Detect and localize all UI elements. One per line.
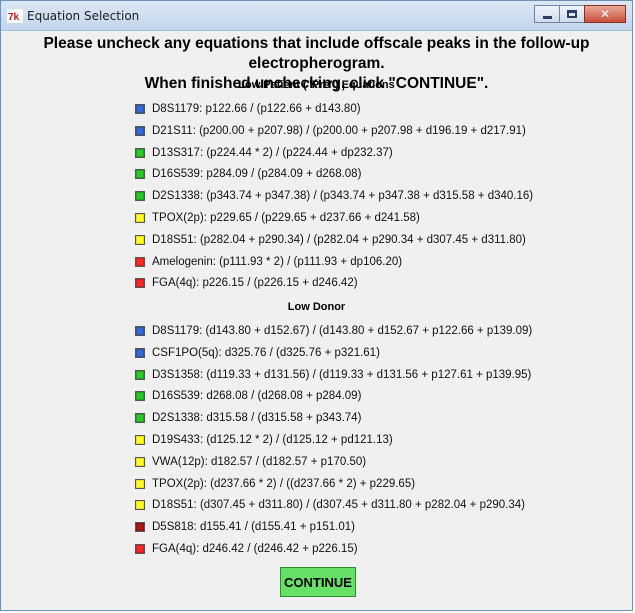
equation-row[interactable]: TPOX(2p): p229.65 / (p229.65 + d237.66 +… bbox=[135, 209, 420, 227]
equation-row[interactable]: D13S317: (p224.44 * 2) / (p224.44 + dp23… bbox=[135, 144, 393, 162]
equation-row[interactable]: D2S1338: (p343.74 + p347.38) / (p343.74 … bbox=[135, 187, 533, 205]
equation-checkbox[interactable] bbox=[135, 169, 145, 180]
equation-checkbox[interactable] bbox=[135, 522, 145, 533]
section-header: Low Donor bbox=[287, 301, 346, 313]
equation-label: Amelogenin: (p111.93 * 2) / (p111.93 + d… bbox=[152, 255, 403, 268]
window-title: Equation Selection bbox=[27, 9, 140, 23]
equation-row[interactable]: D16S539: d268.08 / (d268.08 + p284.09) bbox=[135, 387, 361, 405]
equation-row[interactable]: D2S1338: d315.58 / (d315.58 + p343.74) bbox=[135, 409, 361, 427]
equation-checkbox[interactable] bbox=[135, 256, 145, 267]
equation-label: TPOX(2p): (d237.66 * 2) / ((d237.66 * 2)… bbox=[152, 477, 416, 490]
equation-checkbox[interactable] bbox=[135, 213, 145, 223]
equation-label: D2S1338: d315.58 / (d315.58 + p343.74) bbox=[152, 412, 362, 425]
equation-checkbox[interactable] bbox=[135, 369, 145, 380]
equation-checkbox[interactable] bbox=[135, 125, 145, 136]
equation-checkbox[interactable] bbox=[135, 278, 145, 289]
equation-checkbox[interactable] bbox=[135, 456, 145, 467]
equation-checkbox[interactable] bbox=[135, 347, 145, 358]
equation-checkbox[interactable] bbox=[135, 104, 145, 114]
svg-text:7k: 7k bbox=[8, 12, 20, 23]
equation-label: D21S11: (p200.00 + p207.98) / (p200.00 +… bbox=[152, 124, 526, 137]
equation-row[interactable]: D16S539: p284.09 / (p284.09 + d268.08) bbox=[135, 165, 361, 183]
equation-row[interactable]: CSF1PO(5q): d325.76 / (d325.76 + p321.61… bbox=[135, 344, 380, 362]
equation-label: D13S317: (p224.44 * 2) / (p224.44 + dp23… bbox=[152, 146, 393, 159]
equation-label: D8S1179: (d143.80 + d152.67) / (d143.80 … bbox=[152, 325, 533, 337]
equation-label: D19S433: (d125.12 * 2) / (d125.12 + pd12… bbox=[152, 434, 393, 446]
equation-checkbox[interactable] bbox=[135, 500, 145, 511]
equation-row[interactable]: VWA(12p): d182.57 / (d182.57 + p170.50) bbox=[135, 453, 366, 471]
equation-checkbox[interactable] bbox=[135, 435, 145, 445]
equation-row[interactable]: D5S818: d155.41 / (d155.41 + p151.01) bbox=[135, 518, 355, 536]
equation-label: D18S51: (d307.45 + d311.80) / (d307.45 +… bbox=[152, 499, 525, 512]
equation-row[interactable]: D8S1179: p122.66 / (p122.66 + d143.80) bbox=[135, 100, 361, 118]
equation-row[interactable]: FGA(4q): d246.42 / (d246.42 + p226.15) bbox=[135, 540, 358, 558]
equation-label: VWA(12p): d182.57 / (d182.57 + p170.50) bbox=[152, 455, 367, 468]
equation-label: D2S1338: (p343.74 + p347.38) / (p343.74 … bbox=[152, 190, 534, 203]
equation-selection-window: 7k Equation Selection ✕ Please uncheck a… bbox=[0, 0, 633, 611]
equation-checkbox[interactable] bbox=[135, 147, 145, 158]
minimize-icon[interactable] bbox=[534, 5, 560, 23]
dialog-content: Please uncheck any equations that includ… bbox=[1, 31, 632, 610]
close-icon[interactable]: ✕ bbox=[584, 5, 626, 23]
equation-row[interactable]: D18S51: (d307.45 + d311.80) / (d307.45 +… bbox=[135, 496, 525, 514]
equation-row[interactable]: Amelogenin: (p111.93 * 2) / (p111.93 + d… bbox=[135, 253, 402, 271]
equation-row[interactable]: TPOX(2p): (d237.66 * 2) / ((d237.66 * 2)… bbox=[135, 475, 415, 493]
title-bar[interactable]: 7k Equation Selection ✕ bbox=[1, 1, 632, 31]
equation-label: D3S1358: (d119.33 + d131.56) / (d119.33 … bbox=[152, 368, 532, 381]
equation-checkbox[interactable] bbox=[135, 544, 145, 554]
section-header: Low Patient ("Pre") Equations bbox=[238, 79, 395, 91]
tk-feather-icon: 7k bbox=[7, 9, 23, 23]
continue-button[interactable]: CONTINUE bbox=[280, 567, 356, 597]
equation-label: FGA(4q): d246.42 / (d246.42 + p226.15) bbox=[152, 543, 358, 555]
equation-row[interactable]: D21S11: (p200.00 + p207.98) / (p200.00 +… bbox=[135, 122, 526, 140]
equation-checkbox[interactable] bbox=[135, 478, 145, 489]
equation-checkbox[interactable] bbox=[135, 191, 145, 202]
window-controls: ✕ bbox=[534, 5, 626, 23]
instruction-line-1: Please uncheck any equations that includ… bbox=[43, 35, 590, 72]
equation-row[interactable]: FGA(4q): p226.15 / (p226.15 + d246.42) bbox=[135, 274, 358, 292]
equation-row[interactable]: D8S1179: (d143.80 + d152.67) / (d143.80 … bbox=[135, 322, 532, 340]
equation-row[interactable]: D3S1358: (d119.33 + d131.56) / (d119.33 … bbox=[135, 366, 531, 384]
equation-row[interactable]: D18S51: (p282.04 + p290.34) / (p282.04 +… bbox=[135, 231, 526, 249]
equation-label: D18S51: (p282.04 + p290.34) / (p282.04 +… bbox=[152, 233, 526, 246]
equation-label: D16S539: d268.08 / (d268.08 + p284.09) bbox=[152, 390, 362, 403]
equation-label: TPOX(2p): p229.65 / (p229.65 + d237.66 +… bbox=[152, 212, 420, 224]
equation-checkbox[interactable] bbox=[135, 413, 145, 424]
equation-checkbox[interactable] bbox=[135, 391, 145, 402]
equation-checkbox[interactable] bbox=[135, 326, 145, 336]
equation-label: D8S1179: p122.66 / (p122.66 + d143.80) bbox=[152, 103, 361, 115]
maximize-icon[interactable] bbox=[559, 5, 585, 23]
equation-checkbox[interactable] bbox=[135, 234, 145, 245]
equation-label: D16S539: p284.09 / (p284.09 + d268.08) bbox=[152, 168, 362, 181]
equation-label: CSF1PO(5q): d325.76 / (d325.76 + p321.61… bbox=[152, 346, 380, 359]
equation-label: FGA(4q): p226.15 / (p226.15 + d246.42) bbox=[152, 277, 358, 290]
equation-row[interactable]: D19S433: (d125.12 * 2) / (d125.12 + pd12… bbox=[135, 431, 393, 449]
equation-label: D5S818: d155.41 / (d155.41 + p151.01) bbox=[152, 521, 356, 534]
